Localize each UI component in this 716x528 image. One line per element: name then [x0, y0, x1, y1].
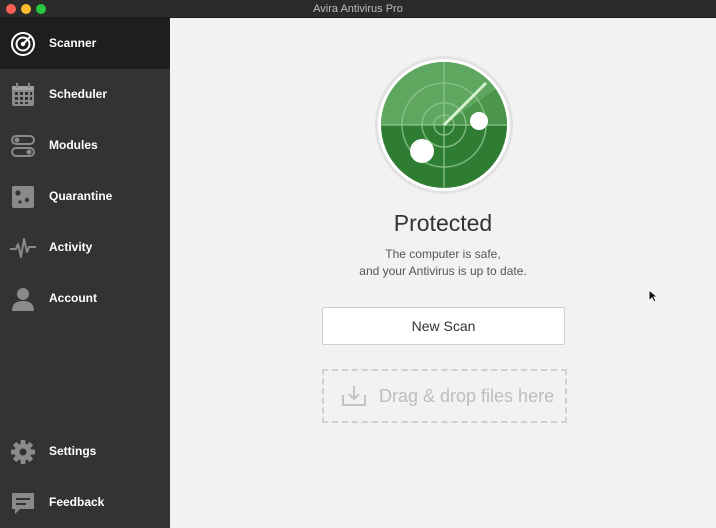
- protection-status-title: Protected: [393, 210, 493, 236]
- gear-icon: [11, 440, 35, 464]
- sidebar-item-scanner[interactable]: Scanner: [0, 18, 170, 69]
- sidebar-item-label: Account: [49, 291, 97, 305]
- sidebar-item-settings[interactable]: Settings: [0, 426, 170, 477]
- drop-zone-label: Drag & drop files here: [379, 386, 555, 406]
- sidebar-item-label: Activity: [49, 240, 93, 254]
- protection-status-line2: and your Antivirus is up to date.: [359, 264, 527, 278]
- sidebar-item-label: Settings: [49, 444, 97, 458]
- file-drop-zone[interactable]: Drag & drop files here: [322, 369, 567, 423]
- download-tray-icon: [342, 386, 366, 406]
- sidebar-item-label: Feedback: [49, 495, 105, 509]
- mouse-cursor-icon: [648, 289, 658, 303]
- chat-bubble-icon: [12, 493, 34, 514]
- sidebar-item-label: Scanner: [49, 36, 97, 50]
- quarantine-box-icon: [12, 186, 34, 208]
- sidebar-item-quarantine[interactable]: Quarantine: [0, 171, 170, 222]
- sidebar-item-label: Scheduler: [49, 87, 108, 101]
- calendar-icon: [12, 83, 34, 106]
- sidebar-item-label: Quarantine: [49, 189, 113, 203]
- sidebar-item-scheduler[interactable]: Scheduler: [0, 69, 170, 120]
- app-window: Avira Antivirus Pro Scanner Scheduler Mo…: [0, 0, 716, 528]
- sidebar-item-account[interactable]: Account: [0, 273, 170, 324]
- protection-status-line1: The computer is safe,: [385, 247, 501, 261]
- pulse-icon: [10, 238, 36, 258]
- window-title: Avira Antivirus Pro: [313, 3, 403, 15]
- toggles-icon: [11, 135, 35, 157]
- protection-radar-icon: [375, 56, 513, 194]
- new-scan-button[interactable]: New Scan: [322, 307, 565, 345]
- user-icon: [12, 288, 34, 311]
- title-bar: Avira Antivirus Pro: [0, 0, 716, 18]
- radar-icon: [11, 32, 35, 56]
- sidebar-item-feedback[interactable]: Feedback: [0, 477, 170, 528]
- sidebar-item-activity[interactable]: Activity: [0, 222, 170, 273]
- main-panel: Protected The computer is safe, and your…: [170, 18, 716, 528]
- sidebar-item-modules[interactable]: Modules: [0, 120, 170, 171]
- sidebar-item-label: Modules: [49, 138, 98, 152]
- sidebar: Scanner Scheduler Modules Quarantine Act…: [0, 18, 170, 528]
